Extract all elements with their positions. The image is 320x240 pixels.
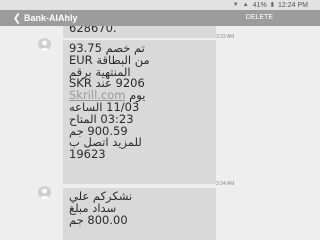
conversation-title: Bank-AlAhly xyxy=(24,13,78,23)
person-icon xyxy=(39,40,50,51)
app-bar: ❮ Bank-AlAhly DELETE xyxy=(0,10,320,26)
message-timestamp: 3:34 AM xyxy=(216,181,235,187)
message-bubble[interactable]: 628670. xyxy=(63,26,216,38)
delete-button[interactable]: DELETE xyxy=(246,10,273,26)
message-line: 19623 xyxy=(69,147,106,162)
battery-level: 41% xyxy=(252,1,267,9)
status-time: 12:24 PM xyxy=(278,1,308,9)
signal-icon: ▲ xyxy=(242,2,249,8)
battery-icon: ▮ xyxy=(270,2,275,8)
person-icon xyxy=(39,188,50,199)
message-bubble[interactable]: تم خصم 93.75 EUR من البطاقة المنتهية برق… xyxy=(63,40,216,184)
avatar xyxy=(38,186,51,199)
message-bubble[interactable]: نشكركم علي سداد مبلغ 800.00 جم xyxy=(63,188,216,240)
wifi-icon: ▼ xyxy=(232,2,239,8)
status-bar: ▼ ▲ 41% ▮ 12:24 PM xyxy=(0,0,320,10)
message-timestamp: 3:33 AM xyxy=(216,34,235,40)
message-line: 800.00 جم xyxy=(69,212,128,227)
avatar xyxy=(38,38,51,51)
message-line: 628670. xyxy=(69,26,117,35)
arrow-left-icon[interactable]: ❮ xyxy=(0,10,22,26)
